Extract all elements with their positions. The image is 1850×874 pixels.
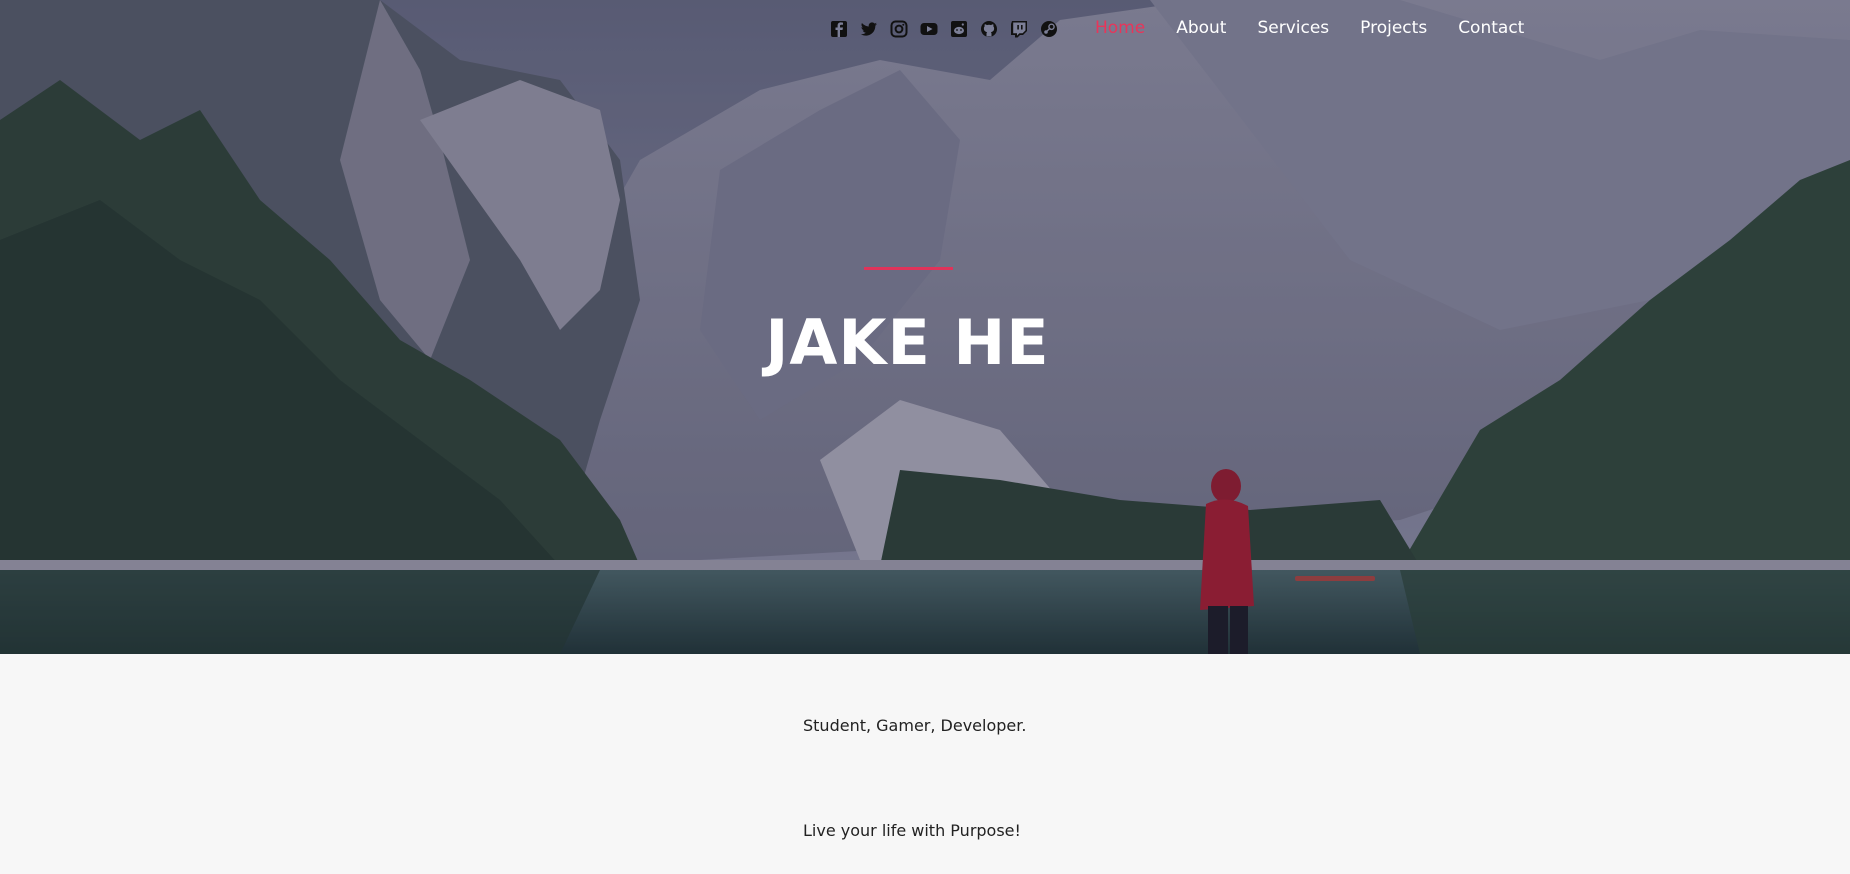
twitch-icon[interactable] [1010, 20, 1028, 38]
nav-projects-link[interactable]: Projects [1360, 18, 1427, 38]
title-accent-divider [864, 267, 953, 270]
reddit-icon[interactable] [950, 20, 968, 38]
twitter-icon[interactable] [860, 20, 878, 38]
intro-section: Student, Gamer, Developer. Live your lif… [0, 654, 1850, 874]
youtube-icon[interactable] [920, 20, 938, 38]
hero-section: Home About Services Projects Contact JAK… [0, 0, 1850, 654]
tagline-text: Student, Gamer, Developer. [803, 716, 1027, 735]
main-menu: Home About Services Projects Contact [1095, 18, 1524, 38]
instagram-icon[interactable] [890, 20, 908, 38]
nav-services-link[interactable]: Services [1257, 18, 1329, 38]
steam-icon[interactable] [1040, 20, 1058, 38]
social-links [830, 20, 1058, 38]
motto-text: Live your life with Purpose! [803, 821, 1021, 840]
github-icon[interactable] [980, 20, 998, 38]
hero-title: JAKE HE [765, 306, 1050, 379]
top-navigation: Home About Services Projects Contact [0, 0, 1850, 58]
nav-home-link[interactable]: Home [1095, 18, 1145, 38]
nav-about-link[interactable]: About [1176, 18, 1226, 38]
nav-contact-link[interactable]: Contact [1458, 18, 1524, 38]
facebook-icon[interactable] [830, 20, 848, 38]
